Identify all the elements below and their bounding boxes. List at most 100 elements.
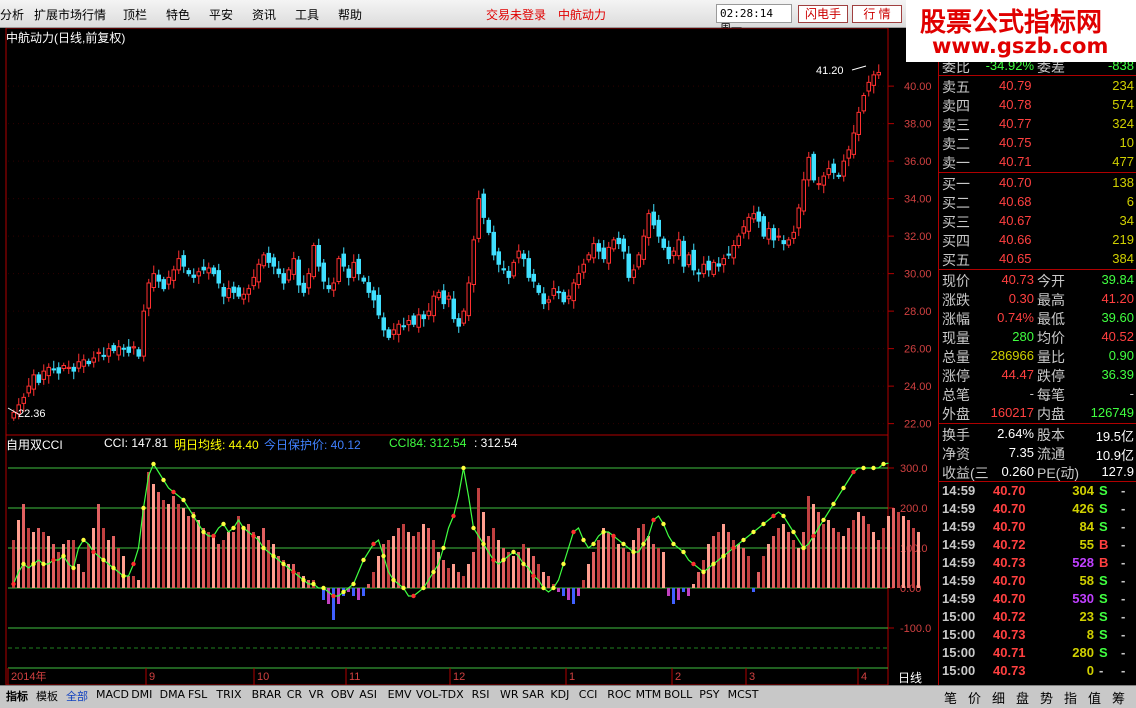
menu-info[interactable]: 资讯: [252, 6, 276, 23]
side-tab-6[interactable]: 值: [1088, 688, 1101, 707]
candle: [726, 246, 731, 259]
cci-bar: [357, 588, 360, 600]
menu-analysis[interactable]: 分析: [0, 6, 24, 23]
buy-order-row[interactable]: 买一 40.70 138: [939, 173, 1136, 192]
trade-login-status[interactable]: 交易未登录: [486, 6, 546, 23]
tick-row[interactable]: 15:00 40.71 280 S -: [939, 644, 1136, 662]
tab-dmi[interactable]: DMI: [131, 688, 152, 701]
tab-boll[interactable]: BOLL: [664, 688, 692, 701]
tick-dash: -: [1121, 483, 1126, 498]
tick-row[interactable]: 14:59 40.70 304 S -: [939, 482, 1136, 500]
tick-volume: 280: [1072, 645, 1094, 660]
tab-fsl[interactable]: FSL: [188, 688, 207, 701]
buy-order-row[interactable]: 买五 40.65 384: [939, 249, 1136, 268]
candle: [506, 265, 511, 285]
cci-bar: [227, 532, 230, 588]
candle: [51, 360, 56, 374]
quote-button[interactable]: 行 情: [852, 5, 902, 23]
tab-cr[interactable]: CR: [287, 688, 302, 701]
tab-macd[interactable]: MACD: [96, 688, 129, 701]
stat-value: 40.73: [1001, 272, 1034, 287]
buy-order-row[interactable]: 买二 40.68 6: [939, 192, 1136, 211]
tab-roc[interactable]: ROC: [607, 688, 631, 701]
cci-bar: [707, 544, 710, 588]
tab-kdj[interactable]: KDJ: [550, 688, 569, 701]
candle: [861, 92, 866, 114]
tab-cci[interactable]: CCI: [579, 688, 598, 701]
tab-全部[interactable]: 全部: [66, 688, 88, 704]
sell-order-row[interactable]: 卖一 40.71 477: [939, 152, 1136, 171]
candle: [101, 347, 106, 361]
sell-order-row[interactable]: 卖四 40.78 574: [939, 95, 1136, 114]
menu-tools[interactable]: 工具: [295, 6, 319, 23]
buy-order-row[interactable]: 买三 40.67 34: [939, 211, 1136, 230]
sell-order-row[interactable]: 卖五 40.79 234: [939, 76, 1136, 95]
tick-row[interactable]: 14:59 40.70 84 S -: [939, 518, 1136, 536]
tab-mcst[interactable]: MCST: [728, 688, 759, 701]
tick-row[interactable]: 14:59 40.70 530 S -: [939, 590, 1136, 608]
menu-top-bar[interactable]: 顶栏: [123, 6, 147, 23]
tab-trix[interactable]: TRIX: [216, 688, 241, 701]
candle: [551, 280, 556, 300]
buy-order-label: 买四: [942, 233, 970, 249]
date-label: 9: [149, 671, 155, 683]
flash-trade-button[interactable]: 闪电手: [798, 5, 848, 23]
tab-模板[interactable]: 模板: [36, 688, 58, 704]
tab-brar[interactable]: BRAR: [252, 688, 282, 701]
tick-price: 40.73: [993, 627, 1026, 642]
menu-pingan[interactable]: 平安: [209, 6, 233, 23]
tick-row[interactable]: 15:00 40.73 8 S -: [939, 626, 1136, 644]
menu-help[interactable]: 帮助: [338, 6, 362, 23]
tick-row[interactable]: 14:59 40.72 55 B -: [939, 536, 1136, 554]
kline-chart[interactable]: 40.00 38.00 36.00 34.00 32.00 30.00 28.00 26.00…: [0, 28, 938, 685]
candle: [621, 235, 626, 260]
tick-volume: 426: [1072, 501, 1094, 516]
tab-wr[interactable]: WR: [500, 688, 519, 701]
sell-order-row[interactable]: 卖二 40.75 10: [939, 133, 1136, 152]
side-tab-0[interactable]: 笔: [944, 688, 957, 707]
cci-bar: [452, 564, 455, 588]
side-tab-7[interactable]: 筹: [1112, 688, 1125, 707]
tab-asi[interactable]: ASI: [359, 688, 377, 701]
tab-dma[interactable]: DMA: [160, 688, 186, 701]
tick-row[interactable]: 14:59 40.73 528 B -: [939, 554, 1136, 572]
side-tab-3[interactable]: 盘: [1016, 688, 1029, 707]
cci-bar: [127, 576, 130, 588]
chart-panel[interactable]: 40.00 38.00 36.00 34.00 32.00 30.00 28.00 26.00…: [0, 28, 938, 685]
sell-order-row[interactable]: 卖三 40.77 324: [939, 114, 1136, 133]
tab-vol-tdx[interactable]: VOL-TDX: [416, 688, 464, 701]
tick-dash: -: [1121, 555, 1126, 570]
menu-features[interactable]: 特色: [166, 6, 190, 23]
tick-row[interactable]: 15:00 40.73 0- -: [939, 662, 1136, 680]
tick-dash: -: [1121, 627, 1126, 642]
cci-dot: [591, 541, 596, 547]
tick-direction: B: [1099, 537, 1109, 552]
cci-dot: [361, 557, 366, 563]
candle: [261, 252, 266, 269]
candle: [176, 250, 181, 274]
candle: [876, 64, 881, 79]
side-tab-5[interactable]: 指: [1064, 688, 1077, 707]
tab-sar[interactable]: SAR: [522, 688, 544, 701]
tab-vr[interactable]: VR: [309, 688, 324, 701]
tab-指标[interactable]: 指标: [6, 688, 28, 704]
tab-emv[interactable]: EMV: [388, 688, 412, 701]
tab-rsi[interactable]: RSI: [472, 688, 490, 701]
tab-psy[interactable]: PSY: [699, 688, 719, 701]
tick-row[interactable]: 15:00 40.72 23 S -: [939, 608, 1136, 626]
menu-extended-market[interactable]: 扩展市场行情: [34, 6, 106, 23]
buy-order-row[interactable]: 买四 40.66 219: [939, 230, 1136, 249]
side-tab-2[interactable]: 细: [992, 688, 1005, 707]
tick-row[interactable]: 14:59 40.70 58 S -: [939, 572, 1136, 590]
tick-row[interactable]: 14:59 40.70 426 S -: [939, 500, 1136, 518]
cci-bar: [47, 536, 50, 588]
indicator-title[interactable]: 自用双CCI: [6, 436, 63, 453]
side-tab-4[interactable]: 势: [1040, 688, 1053, 707]
cci-bar: [557, 588, 560, 592]
tab-mtm[interactable]: MTM: [636, 688, 662, 701]
side-tab-1[interactable]: 价: [968, 688, 981, 707]
period-label[interactable]: 日线: [898, 669, 922, 686]
cci-dot: [711, 561, 716, 567]
tab-obv[interactable]: OBV: [331, 688, 354, 701]
candle: [561, 289, 566, 305]
